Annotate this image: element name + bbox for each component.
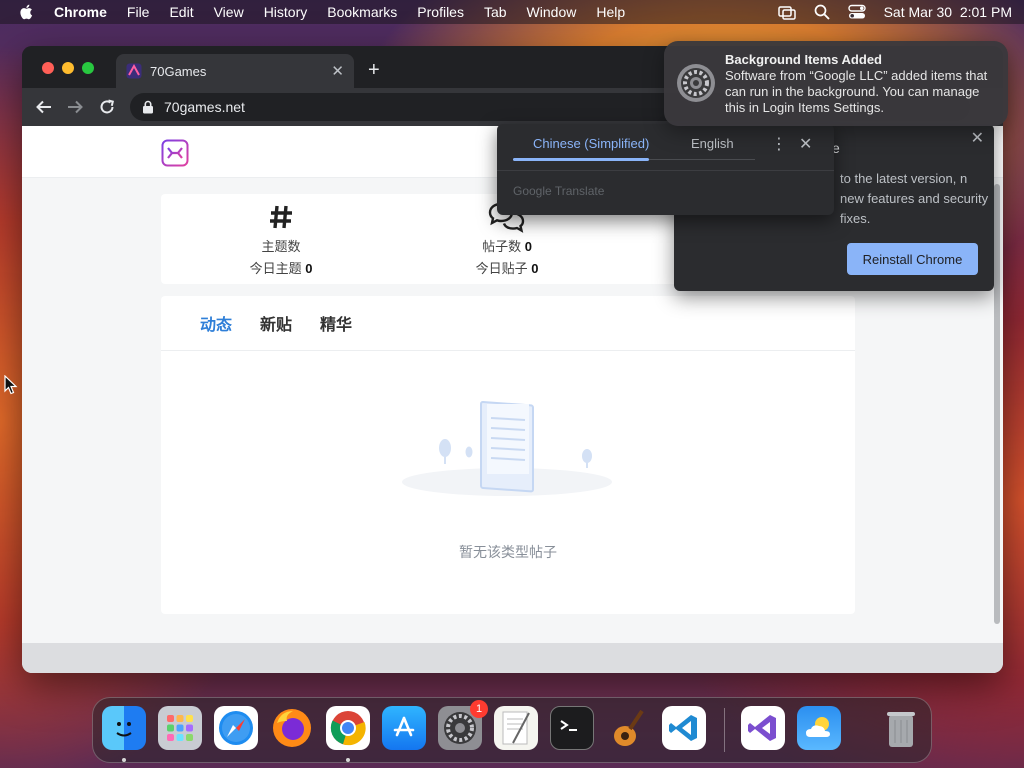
menu-tab[interactable]: Tab xyxy=(484,4,507,20)
apple-menu-icon[interactable] xyxy=(18,3,36,21)
today-topics-label: 今日主题 xyxy=(249,261,302,276)
lock-icon[interactable] xyxy=(142,100,154,114)
dock-launchpad-icon[interactable] xyxy=(158,706,202,750)
url-text: 70games.net xyxy=(164,99,245,115)
empty-state-illustration xyxy=(402,401,612,496)
close-window-button[interactable] xyxy=(42,62,54,74)
dock-garageband-icon[interactable] xyxy=(606,706,650,750)
menu-profiles[interactable]: Profiles xyxy=(417,4,464,20)
dock-terminal-icon[interactable] xyxy=(550,706,594,750)
topics-label: 主题数 xyxy=(261,239,301,254)
zoom-window-button[interactable] xyxy=(82,62,94,74)
topics-stat: 主题数 今日主题 0 xyxy=(201,202,361,280)
google-translate-label: Google Translate xyxy=(513,184,605,198)
tab-new-posts[interactable]: 新贴 xyxy=(260,311,292,335)
translate-target-language-tab[interactable]: English xyxy=(691,136,734,151)
dock-app-store-icon[interactable] xyxy=(382,706,426,750)
menu-window[interactable]: Window xyxy=(527,4,577,20)
system-settings-badge: 1 xyxy=(470,700,488,718)
tab-activity[interactable]: 动态 xyxy=(200,311,232,335)
menu-app-name[interactable]: Chrome xyxy=(54,4,107,20)
reinstall-close-icon[interactable]: ✕ xyxy=(971,128,984,148)
translate-source-language-tab[interactable]: Chinese (Simplified) xyxy=(533,136,649,151)
page-footer xyxy=(22,643,1003,673)
browser-tab-70games[interactable]: 70Games ✕ xyxy=(116,54,354,88)
notification-body: Software from “Google LLC” added items t… xyxy=(725,68,988,115)
notification-title: Background Items Added xyxy=(725,52,882,67)
translate-divider xyxy=(497,170,834,171)
dock-weather-icon[interactable] xyxy=(797,706,841,750)
forward-arrow-icon[interactable] xyxy=(66,98,84,116)
dock-separator xyxy=(724,708,725,752)
dock-visual-studio-icon[interactable] xyxy=(741,706,785,750)
dock-vscode-icon[interactable] xyxy=(662,706,706,750)
menu-view[interactable]: View xyxy=(214,4,244,20)
dock: 1 xyxy=(92,697,932,763)
control-center-icon[interactable] xyxy=(847,4,866,20)
posts-value: 0 xyxy=(524,239,532,254)
dock-firefox-icon[interactable] xyxy=(270,706,314,750)
translate-close-icon[interactable]: ✕ xyxy=(799,134,812,154)
menu-help[interactable]: Help xyxy=(596,4,625,20)
dock-trash-icon[interactable] xyxy=(879,706,923,750)
translate-active-indicator xyxy=(513,158,649,161)
menu-history[interactable]: History xyxy=(264,4,308,20)
today-topics-value: 0 xyxy=(305,261,313,276)
translate-bubble: Chinese (Simplified) English ⋮ ✕ Google … xyxy=(497,124,834,215)
new-tab-button[interactable]: + xyxy=(368,60,380,80)
back-arrow-icon[interactable] xyxy=(35,98,53,116)
minimize-window-button[interactable] xyxy=(62,62,74,74)
menu-file[interactable]: File xyxy=(127,4,150,20)
dock-system-settings-icon[interactable]: 1 xyxy=(438,700,488,750)
dock-finder-icon[interactable] xyxy=(102,706,146,750)
screen-mirroring-icon[interactable] xyxy=(777,4,796,20)
reinstall-chrome-button[interactable]: Reinstall Chrome xyxy=(847,243,978,275)
menu-bookmarks[interactable]: Bookmarks xyxy=(327,4,397,20)
reload-icon[interactable] xyxy=(98,98,116,116)
today-posts-value: 0 xyxy=(531,261,539,276)
feed-card: 动态 新贴 精华 暂无该类型帖子 xyxy=(161,296,855,614)
tab-title: 70Games xyxy=(150,63,207,79)
background-items-notification[interactable]: Background Items Added Software from “Go… xyxy=(664,41,1008,126)
feed-tabs: 动态 新贴 精华 xyxy=(161,296,855,351)
dock-chrome-running-indicator xyxy=(346,758,350,762)
menu-bar-clock[interactable]: Sat Mar 30 2:01 PM xyxy=(884,4,1012,20)
spotlight-search-icon[interactable] xyxy=(814,4,830,20)
reinstall-bubble-title: e xyxy=(832,140,840,156)
dock-safari-icon[interactable] xyxy=(214,706,258,750)
empty-state-text: 暂无该类型帖子 xyxy=(459,544,557,560)
site-logo-icon[interactable] xyxy=(161,139,189,167)
tab-featured[interactable]: 精华 xyxy=(320,311,352,335)
dock-chrome-icon[interactable] xyxy=(326,706,370,750)
site-favicon-icon xyxy=(126,63,142,79)
hash-icon xyxy=(201,202,361,232)
dock-finder-running-indicator xyxy=(122,758,126,762)
posts-label: 帖子数 xyxy=(482,239,522,254)
dock-textedit-icon[interactable] xyxy=(494,706,538,750)
menu-edit[interactable]: Edit xyxy=(169,4,193,20)
today-posts-label: 今日贴子 xyxy=(475,261,528,276)
close-tab-icon[interactable]: ✕ xyxy=(331,62,344,80)
page-scrollbar[interactable] xyxy=(994,184,1000,624)
mouse-cursor-icon xyxy=(4,375,18,395)
menu-bar: Chrome File Edit View History Bookmarks … xyxy=(0,0,1024,24)
translate-more-options-icon[interactable]: ⋮ xyxy=(771,134,787,154)
system-settings-gear-icon xyxy=(677,64,715,102)
